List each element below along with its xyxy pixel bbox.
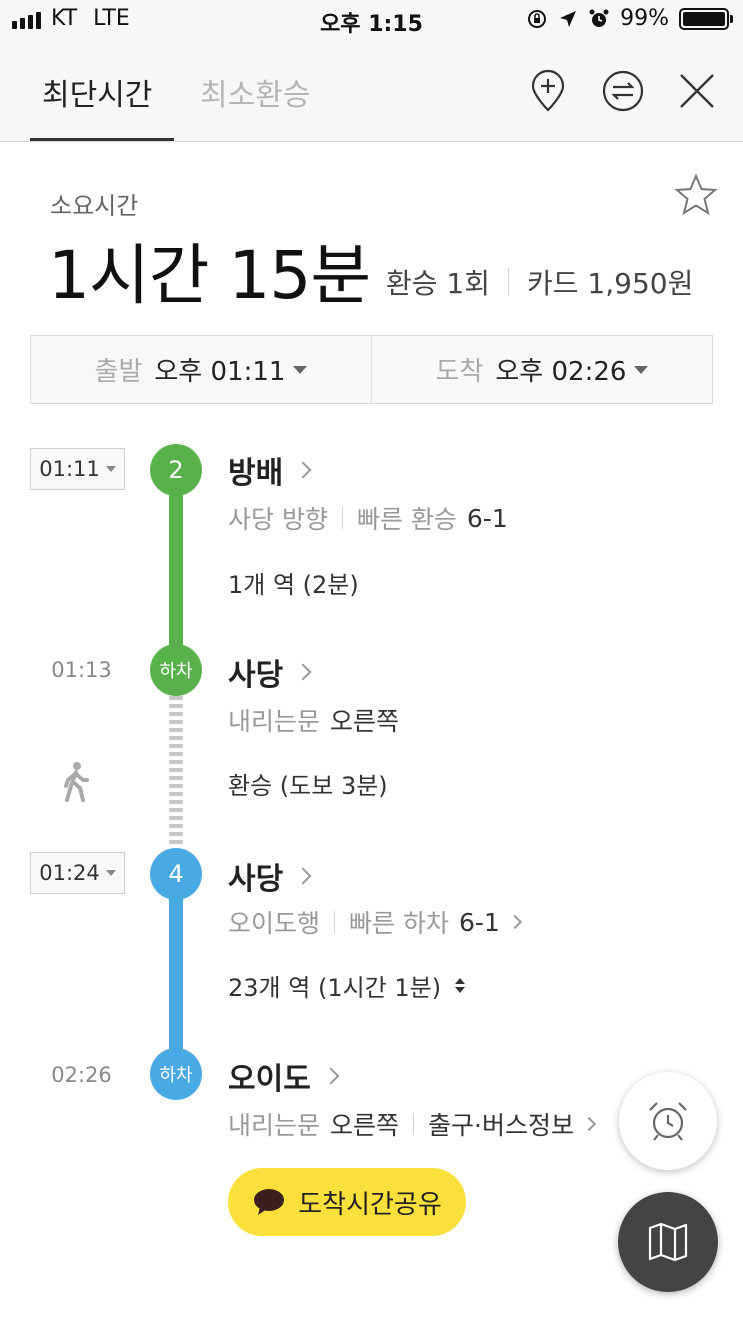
chip-time: 01:24 <box>39 861 100 885</box>
share-arrival-time-button[interactable]: 도착시간공유 <box>228 1168 466 1236</box>
divider <box>413 1113 415 1135</box>
transfer-count: 환승 1회 <box>386 267 490 300</box>
alight-badge: 하차 <box>150 1048 202 1100</box>
walking-person-icon <box>64 762 89 802</box>
favorite-star-icon[interactable] <box>673 172 719 218</box>
location-icon <box>560 10 577 27</box>
line-4-track <box>169 872 183 1076</box>
chevron-down-icon <box>293 365 308 374</box>
depart-time-chip[interactable]: 01:11 <box>30 448 125 490</box>
swap-icon[interactable] <box>600 68 646 114</box>
time-selector: 출발 오후 01:11 도착 오후 02:26 <box>30 335 713 404</box>
chevron-right-icon <box>294 867 312 885</box>
arrive-time: 오후 02:26 <box>495 357 627 387</box>
stop-count: 1개 역 (2분) <box>228 571 359 599</box>
stop-count: 23개 역 (1시간 1분) <box>228 974 442 1002</box>
door-label: 내리는문 <box>228 707 321 736</box>
door-row: 내리는문 오른쪽 <box>228 702 399 738</box>
station-name: 오이도 <box>228 1062 311 1097</box>
depart-time-selector[interactable]: 출발 오후 01:11 <box>31 336 371 403</box>
station-row[interactable]: 방배 <box>228 448 312 492</box>
battery-percent: 99% <box>620 6 669 31</box>
add-location-icon[interactable] <box>525 68 571 114</box>
divider <box>341 507 343 529</box>
close-icon[interactable] <box>674 68 720 114</box>
share-label: 도착시간공유 <box>298 1189 442 1220</box>
door-label: 내리는문 <box>228 1111 321 1140</box>
line-badge: 4 <box>150 848 202 900</box>
quick-transfer-label: 빠른 환승 <box>356 505 457 534</box>
quick-transfer-door: 6-1 <box>466 503 508 533</box>
depart-time: 오후 01:11 <box>154 357 286 387</box>
direction-row: 사당 방향 빠른 환승 6-1 <box>228 500 508 536</box>
door-side: 오른쪽 <box>330 1111 400 1140</box>
station-row[interactable]: 사당 <box>228 854 312 898</box>
exit-bus-info-link[interactable]: 출구·버스정보 <box>428 1106 574 1142</box>
station-row[interactable]: 사당 <box>228 650 312 694</box>
chevron-down-icon <box>105 870 116 876</box>
direction: 사당 방향 <box>228 505 328 534</box>
alarm-button[interactable] <box>619 1072 717 1170</box>
station-name: 사당 <box>228 862 284 897</box>
fare: 카드 1,950원 <box>527 267 694 300</box>
orientation-lock-icon <box>528 9 547 28</box>
door-row: 내리는문 오른쪽 출구·버스정보 <box>228 1106 597 1142</box>
walk-transfer: 환승 (도보 3분) <box>228 772 388 800</box>
expand-collapse-icon <box>455 978 466 993</box>
divider <box>334 911 336 933</box>
arrive-time-selector[interactable]: 도착 오후 02:26 <box>371 336 712 403</box>
station-name: 사당 <box>228 658 284 693</box>
alight-badge: 하차 <box>150 644 202 696</box>
alarm-icon <box>589 9 609 27</box>
quick-exit-door: 6-1 <box>458 907 500 937</box>
depart-time-chip[interactable]: 01:24 <box>30 852 125 894</box>
chevron-down-icon <box>105 466 116 472</box>
stop-count-toggle[interactable]: 23개 역 (1시간 1분) <box>228 968 466 1003</box>
chevron-right-icon <box>294 461 312 479</box>
speech-bubble-icon <box>254 1189 285 1215</box>
map-icon <box>648 1222 688 1262</box>
station-name: 방배 <box>228 456 284 491</box>
total-duration: 1시간 15분 <box>48 237 371 314</box>
direction-row[interactable]: 오이도행 빠른 하차 6-1 <box>228 904 522 940</box>
chevron-right-icon <box>507 914 522 930</box>
tab-shortest-time[interactable]: 최단시간 <box>42 70 152 114</box>
duration-label: 소요시간 <box>50 192 139 220</box>
alarm-clock-icon <box>649 1102 687 1141</box>
time-label: 02:26 <box>51 1063 112 1087</box>
door-side: 오른쪽 <box>330 707 400 736</box>
walk-track <box>169 696 183 848</box>
depart-label: 출발 <box>94 357 143 387</box>
battery-icon <box>679 7 733 30</box>
active-tab-indicator <box>30 138 174 141</box>
station-row[interactable]: 오이도 <box>228 1054 340 1098</box>
map-view-button[interactable] <box>618 1192 718 1292</box>
quick-exit-label: 빠른 하차 <box>349 909 449 938</box>
chevron-right-icon <box>581 1116 597 1132</box>
chip-time: 01:11 <box>39 457 100 481</box>
line-badge: 2 <box>150 444 202 496</box>
direction: 오이도행 <box>228 909 321 938</box>
chevron-down-icon <box>634 365 649 374</box>
chevron-right-icon <box>322 1067 340 1085</box>
time-label: 01:13 <box>51 658 112 682</box>
chevron-right-icon <box>294 663 312 681</box>
status-bar: KT LTE 오후 1:15 99% <box>0 0 743 40</box>
route-meta: 환승 1회 카드 1,950원 <box>386 262 693 302</box>
header: 최단시간 최소환승 <box>0 40 743 142</box>
arrive-label: 도착 <box>435 357 484 387</box>
divider <box>508 268 509 296</box>
tab-fewest-transfers[interactable]: 최소환승 <box>200 70 310 114</box>
